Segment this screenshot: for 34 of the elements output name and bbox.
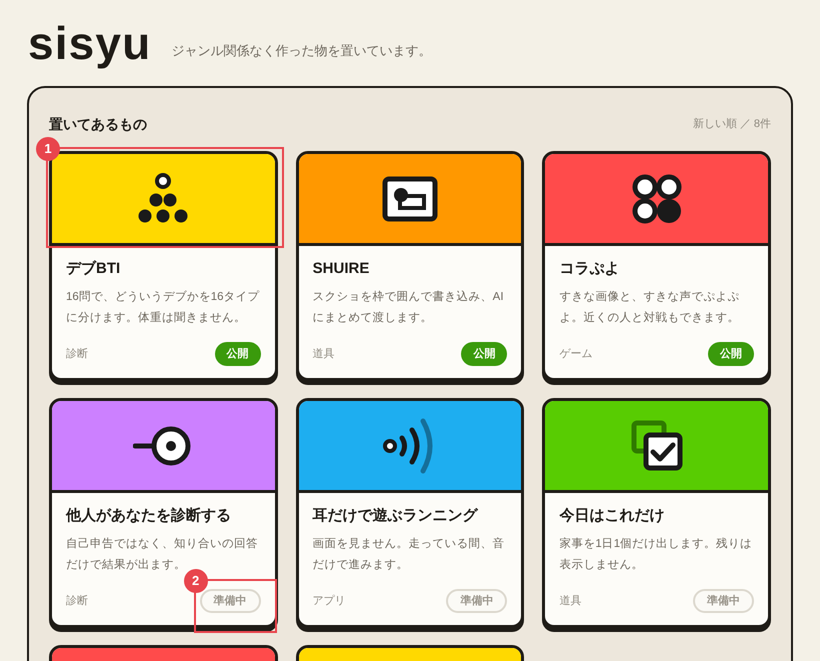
status-badge: 準備中	[693, 588, 754, 613]
framed-picture-icon	[382, 176, 438, 222]
status-badge: 公開	[461, 342, 508, 366]
card-description: 家事を1日1個だけ出します。残りは表示しません。	[559, 536, 754, 572]
arrow-into-circle-icon	[133, 424, 194, 468]
card-title: コラぷよ	[559, 259, 620, 279]
card-title: 他人があなたを診断する	[66, 506, 232, 526]
site-logo[interactable]: sisyu	[28, 20, 152, 66]
category-label: 道具	[559, 594, 582, 608]
checkbox-icon	[630, 420, 683, 472]
card-title: 耳だけで遊ぶランニング	[312, 506, 479, 526]
card-description: 画面を見ません。走っている間、音だけで進みます。	[312, 536, 506, 572]
annotation-marker: 1	[36, 137, 60, 161]
tagline: ジャンル関係なく作った物を置いています。	[171, 42, 432, 60]
dots-pyramid-icon	[138, 172, 188, 224]
card-title: デブBTI	[66, 259, 122, 279]
category-label: 診断	[66, 594, 88, 608]
status-badge: 公開	[708, 342, 754, 366]
category-label: ゲーム	[559, 346, 592, 362]
card-title: 今日はこれだけ	[559, 506, 666, 526]
status-badge: 準備中	[446, 588, 508, 613]
card-description: すきな画像と、すきな声でぷよぷよ。近くの人と対戦もできます。	[559, 290, 740, 326]
card-description: スクショを枠で囲んで書き込み、AIにまとめて渡します。	[312, 290, 505, 326]
status-badge: 準備中	[200, 588, 261, 613]
annotation-marker: 2	[184, 569, 208, 593]
category-label: アプリ	[312, 594, 346, 608]
category-label: 道具	[312, 346, 335, 362]
card-title: SHUIRE	[312, 259, 370, 279]
status-badge: 公開	[214, 342, 261, 366]
section-title: 置いてあるもの	[49, 115, 147, 134]
card-description: 16問で、どういうデブかを16タイプに分けます。体重は聞きません。	[66, 289, 261, 326]
category-label: 診断	[66, 346, 88, 362]
sort-info: 新しい順 ／ 8件	[692, 116, 771, 132]
four-circles-icon	[632, 174, 682, 224]
